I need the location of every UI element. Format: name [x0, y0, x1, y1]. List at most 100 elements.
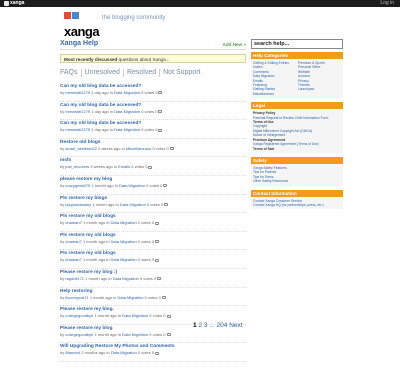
safety-heading: Safety: [251, 156, 343, 164]
question-category-link[interactable]: Data Migration: [114, 90, 140, 95]
question-time: 1 day ago: [91, 90, 109, 95]
help-categories-box: Help Categories Getting & Editing Entrie…: [251, 52, 343, 99]
search-input[interactable]: search help...: [251, 39, 343, 49]
question-category-link[interactable]: Data Migration: [122, 332, 148, 337]
question-votes: 0 votes: [141, 127, 155, 133]
tab-unresolved[interactable]: Unresolved: [80, 69, 123, 77]
question-meta: by crazygeek075 1 month ago in Data Migr…: [60, 183, 246, 189]
comment-bubble-icon: [166, 333, 171, 337]
question-author-link[interactable]: chaman7: [65, 257, 81, 262]
question-time: 1 month ago: [91, 182, 114, 188]
question-author-link[interactable]: mmwsite2279: [65, 90, 90, 95]
tab-resolved[interactable]: Resolved: [122, 69, 159, 77]
category-link[interactable]: [298, 92, 341, 96]
question-time: 1 month ago: [82, 238, 106, 244]
question-meta: by mmwsite2279 1 day ago in Data Migrati…: [60, 90, 246, 96]
question-category-link[interactable]: Data Migration: [111, 239, 137, 244]
question-meta: by ragdoll171 1 month ago in Data Migrat…: [60, 276, 246, 282]
question-category-link[interactable]: Emails: [118, 164, 130, 169]
question-author-link[interactable]: collegegoodbye: [65, 313, 93, 318]
question-category-link[interactable]: Data Migration: [117, 295, 143, 300]
question-category-link[interactable]: Data Migration: [111, 350, 137, 355]
question-votes: 0 votes: [137, 350, 151, 356]
question-replies: 0: [151, 238, 154, 244]
question-votes: 0 votes: [137, 220, 151, 226]
question-meta: by lazypandaamy 1 month ago in Data Migr…: [60, 202, 246, 208]
question-category-link[interactable]: Data Migration: [111, 257, 137, 262]
question-row: Pls restore my old blogs by chaman7 1 mon…: [60, 250, 246, 269]
question-category-link[interactable]: Data Migration: [119, 183, 145, 188]
question-votes: 0 votes: [146, 182, 160, 188]
category-link[interactable]: Miscellaneous: [253, 92, 296, 96]
question-author-link[interactable]: ragdoll171: [65, 276, 84, 281]
question-time: 3 weeks ago: [90, 164, 113, 170]
main-content: Xanga Help Add New » Most recently discu…: [60, 40, 246, 362]
legal-link[interactable]: Terms of Sale: [253, 147, 341, 151]
top-bar: xanga Log in: [0, 0, 400, 7]
comment-bubble-icon: [166, 314, 171, 318]
question-category-link[interactable]: Data Migration: [114, 127, 140, 132]
question-author-link[interactable]: lazypandaamy: [65, 202, 91, 207]
question-votes: 0 votes: [141, 108, 155, 114]
question-row: Can my old blog data be accessed? by mmws…: [60, 83, 246, 102]
question-replies: 0: [155, 108, 158, 114]
login-link[interactable]: Log in: [380, 0, 394, 6]
comment-bubble-icon: [164, 203, 169, 206]
question-author-link[interactable]: Blamcrd: [65, 350, 80, 355]
notice-text: questions about Xanga...: [118, 57, 170, 62]
comment-bubble-icon: [157, 277, 162, 281]
xanga-logo[interactable]: xanga: [64, 12, 100, 39]
question-category-link[interactable]: Data Migration: [122, 313, 148, 318]
question-author-link[interactable]: collegegoodbye: [65, 332, 93, 337]
question-author-link[interactable]: mmwsite2279: [65, 109, 90, 114]
question-author-link[interactable]: crazygeek075: [65, 183, 90, 188]
xanga-mini-logo-icon: [4, 1, 9, 6]
question-votes: 0 votes: [137, 238, 151, 244]
question-meta: by Blamcrd 2 months ago in Data Migratio…: [60, 350, 246, 356]
topbar-brand[interactable]: xanga: [4, 1, 24, 6]
question-category-link[interactable]: Data Migration: [120, 202, 146, 207]
tab-faqs[interactable]: FAQs: [60, 69, 81, 77]
question-row: Will Upgrading Restore My Photos and Com…: [60, 343, 246, 362]
question-votes: 0 votes: [149, 331, 163, 337]
tab-not-support[interactable]: Not Support: [159, 69, 203, 77]
question-author-link[interactable]: smart_skeleton22: [65, 146, 97, 151]
legal-list: Privacy Policy Parental Request to Review…: [251, 109, 343, 153]
question-meta: by mmwsite2279 1 day ago in Data Migrati…: [60, 127, 246, 133]
contact-heading: Contact Information: [251, 189, 343, 197]
question-category-link[interactable]: Data Migration: [111, 220, 137, 225]
question-row: please restore my blog by crazygeek075 1 …: [60, 176, 246, 195]
question-votes: 0 votes: [141, 90, 155, 95]
question-time: 1 month ago: [82, 220, 106, 226]
question-category-link[interactable]: Data Migration: [113, 276, 139, 281]
question-meta: by chaman7 1 month ago in Data Migration…: [60, 220, 246, 226]
question-category-link[interactable]: Data Migration: [114, 109, 140, 114]
logo-square-blue: [72, 12, 79, 19]
safety-box: Safety Xanga Safety Features Tips for Par…: [251, 156, 343, 186]
question-category-link[interactable]: Miscellaneous: [126, 146, 151, 151]
question-author-link[interactable]: ilovemycat71: [65, 295, 88, 300]
safety-link[interactable]: Other Safety Resources: [253, 179, 341, 183]
question-author-link[interactable]: chaman7: [65, 239, 81, 244]
next-page-link[interactable]: Next: [229, 322, 242, 329]
question-author-link[interactable]: chaman7: [65, 220, 81, 225]
add-new-button[interactable]: Add New »: [223, 42, 246, 47]
filter-tabs: FAQs Unresolved Resolved Not Support: [60, 69, 246, 77]
question-replies: 0: [155, 127, 158, 133]
help-categories-list: Getting & Editing Entries Premium & Sport…: [251, 59, 343, 99]
page-3-link[interactable]: 3: [204, 322, 208, 329]
question-time: 1 month ago: [89, 294, 113, 300]
comment-bubble-icon: [154, 221, 159, 225]
contact-link[interactable]: Contact Xanga HQ (for partnerships, pres…: [253, 203, 341, 207]
page-last-link[interactable]: 204: [217, 322, 228, 329]
question-row: Pls restore my old blogs by chaman7 1 mon…: [60, 232, 246, 251]
question-replies: 0: [163, 313, 166, 319]
question-votes: 0 votes: [131, 164, 145, 170]
question-replies: 0: [145, 164, 148, 170]
question-author-link[interactable]: just_recovers: [65, 164, 89, 169]
topbar-brand-label: xanga: [10, 0, 25, 6]
page-2-link[interactable]: 2: [198, 322, 202, 329]
question-author-link[interactable]: mmwsite2279: [65, 127, 90, 132]
question-row: Pls restore my blogs by lazypandaamy 1 mo…: [60, 195, 246, 214]
comment-bubble-icon: [163, 184, 168, 188]
